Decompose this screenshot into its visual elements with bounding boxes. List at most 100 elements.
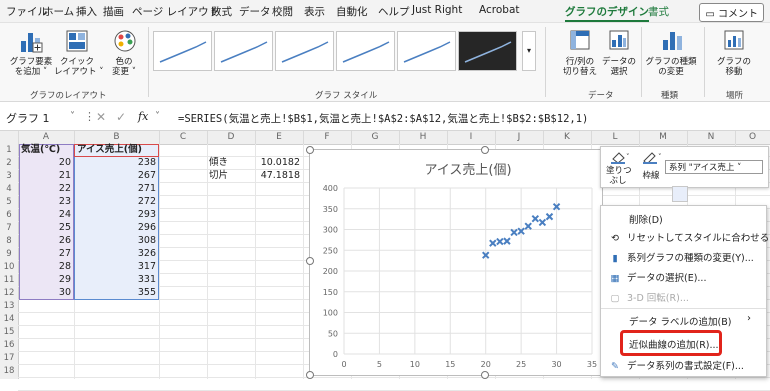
row-header[interactable]: 15 bbox=[0, 326, 18, 338]
slope-value[interactable]: 10.0182 bbox=[255, 157, 300, 169]
column-header[interactable]: H bbox=[399, 131, 448, 144]
resize-handle[interactable] bbox=[481, 371, 489, 379]
column-header[interactable]: I bbox=[447, 131, 496, 144]
column-header[interactable]: M bbox=[639, 131, 688, 144]
move-chart-button[interactable]: グラフの 移動 bbox=[710, 57, 758, 77]
menu-automate[interactable]: 自動化 bbox=[336, 4, 368, 19]
row-header[interactable]: 14 bbox=[0, 313, 18, 325]
temperature-cell[interactable]: 22 bbox=[19, 183, 71, 195]
switch-row-column-button[interactable]: 行/列の 切り替え bbox=[559, 57, 601, 77]
row-header[interactable]: 5 bbox=[0, 196, 18, 208]
row-header[interactable]: 17 bbox=[0, 352, 18, 364]
header-ice-sales[interactable]: アイス売上(個) bbox=[77, 144, 142, 156]
menu-file[interactable]: ファイル bbox=[6, 4, 48, 19]
temperature-cell[interactable]: 28 bbox=[19, 261, 71, 273]
styles-more-button[interactable]: ▾ bbox=[522, 31, 536, 71]
sales-cell[interactable]: 355 bbox=[74, 287, 156, 299]
outline-button[interactable]: 枠線 bbox=[639, 171, 663, 181]
sales-cell[interactable]: 317 bbox=[74, 261, 156, 273]
menu-review[interactable]: 校閲 bbox=[272, 4, 293, 19]
sales-cell[interactable]: 293 bbox=[74, 209, 156, 221]
formula-input[interactable]: =SERIES(気温と売上!$B$1,気温と売上!$A$2:$A$12,気温と売… bbox=[178, 111, 588, 126]
chart-style-6[interactable] bbox=[458, 31, 517, 71]
comment-button[interactable]: ▭ コメント bbox=[699, 3, 764, 22]
menu-format[interactable]: 書式 bbox=[648, 4, 669, 19]
name-box-dropdown-icon[interactable]: ˅ bbox=[70, 111, 75, 122]
intercept-value[interactable]: 47.1818 bbox=[255, 170, 300, 182]
fill-icon[interactable]: ˅ bbox=[609, 150, 631, 164]
ctx-change-series-type[interactable]: ▮ 系列グラフの種類の変更(Y)... bbox=[609, 250, 753, 264]
column-header[interactable]: O bbox=[735, 131, 770, 144]
menu-chart-design[interactable]: グラフのデザイン bbox=[565, 4, 649, 22]
sales-cell[interactable]: 308 bbox=[74, 235, 156, 247]
menu-help[interactable]: ヘルプ bbox=[378, 4, 410, 19]
column-header[interactable]: G bbox=[351, 131, 400, 144]
menu-insert[interactable]: 挿入 bbox=[76, 4, 97, 19]
temperature-cell[interactable]: 21 bbox=[19, 170, 71, 182]
row-header[interactable]: 10 bbox=[0, 261, 18, 273]
column-header[interactable]: C bbox=[159, 131, 208, 144]
column-header[interactable]: D bbox=[207, 131, 256, 144]
outline-icon[interactable]: ˅ bbox=[641, 150, 663, 164]
scatter-chart[interactable]: アイス売上(個) 0 50 100 150 200 250 300 350 400 0 5 10 15 20… bbox=[310, 150, 602, 375]
chart-area[interactable]: アイス売上(個) 0 50 100 150 200 250 300 350 400 0 5 10 15 20… bbox=[309, 149, 603, 376]
sales-cell[interactable]: 238 bbox=[74, 157, 156, 169]
row-header[interactable]: 6 bbox=[0, 209, 18, 221]
name-box[interactable]: グラフ 1 bbox=[6, 110, 50, 126]
ctx-reset-style[interactable]: ⟲ リセットしてスタイルに合わせる(A) bbox=[609, 230, 770, 244]
enter-icon[interactable]: ✓ bbox=[116, 110, 126, 124]
menu-draw[interactable]: 描画 bbox=[103, 4, 124, 19]
chart-style-2[interactable] bbox=[214, 31, 273, 71]
column-header[interactable]: B bbox=[74, 131, 160, 144]
row-header[interactable]: 12 bbox=[0, 287, 18, 299]
temperature-cell[interactable]: 20 bbox=[19, 157, 71, 169]
quick-layout-button[interactable]: クイック レイアウト ˅ bbox=[54, 57, 103, 77]
temperature-cell[interactable]: 23 bbox=[19, 196, 71, 208]
ctx-add-data-labels[interactable]: データ ラベルの追加(B) bbox=[629, 314, 731, 328]
cancel-icon[interactable]: ✕ bbox=[96, 110, 106, 124]
slope-label[interactable]: 傾き bbox=[209, 157, 228, 169]
row-header[interactable]: 11 bbox=[0, 274, 18, 286]
row-header[interactable]: 7 bbox=[0, 222, 18, 234]
sales-cell[interactable]: 326 bbox=[74, 248, 156, 260]
row-header[interactable]: 3 bbox=[0, 170, 18, 182]
column-header[interactable]: L bbox=[591, 131, 640, 144]
menu-formulas[interactable]: 数式 bbox=[211, 4, 232, 19]
menu-just-right[interactable]: Just Right bbox=[412, 4, 462, 16]
column-header[interactable]: F bbox=[303, 131, 352, 144]
sales-cell[interactable]: 272 bbox=[74, 196, 156, 208]
row-header[interactable]: 4 bbox=[0, 183, 18, 195]
chart-title[interactable]: アイス売上(個) bbox=[424, 162, 511, 178]
chart-style-4[interactable] bbox=[336, 31, 395, 71]
row-header[interactable]: 8 bbox=[0, 235, 18, 247]
add-chart-element-button[interactable]: グラフ要素 を追加 ˅ bbox=[6, 57, 56, 77]
row-header[interactable]: 13 bbox=[0, 300, 18, 312]
row-header[interactable]: 2 bbox=[0, 157, 18, 169]
ctx-select-data[interactable]: ▦ データの選択(E)... bbox=[609, 270, 707, 284]
select-all-corner[interactable] bbox=[0, 131, 19, 144]
fill-button[interactable]: 塗りつ ぶし bbox=[606, 166, 632, 186]
chart-style-5[interactable] bbox=[397, 31, 456, 71]
row-header[interactable]: 16 bbox=[0, 339, 18, 351]
header-temperature[interactable]: 気温(℃) bbox=[21, 144, 60, 156]
column-header[interactable]: A bbox=[18, 131, 75, 144]
change-colors-button[interactable]: 色の 変更 ˅ bbox=[104, 57, 144, 77]
sales-cell[interactable]: 296 bbox=[74, 222, 156, 234]
column-header[interactable]: N bbox=[687, 131, 736, 144]
menu-page-layout[interactable]: ページ レイアウト bbox=[132, 4, 219, 19]
temperature-cell[interactable]: 26 bbox=[19, 235, 71, 247]
intercept-label[interactable]: 切片 bbox=[209, 170, 228, 182]
sales-cell[interactable]: 331 bbox=[74, 274, 156, 286]
column-header[interactable]: E bbox=[255, 131, 304, 144]
resize-handle[interactable] bbox=[306, 146, 314, 154]
series-selector[interactable]: 系列 "アイス売上 ˅ bbox=[665, 160, 763, 174]
row-header[interactable]: 1 bbox=[0, 144, 18, 156]
select-data-button[interactable]: データの 選択 bbox=[600, 57, 638, 77]
ctx-delete[interactable]: 削除(D) bbox=[629, 212, 663, 226]
temperature-cell[interactable]: 27 bbox=[19, 248, 71, 260]
insert-function-icon[interactable]: fx bbox=[138, 110, 148, 123]
fx-dropdown-icon[interactable]: ˅ bbox=[155, 111, 160, 122]
ctx-format-series[interactable]: ✎ データ系列の書式設定(F)... bbox=[609, 358, 744, 372]
column-header[interactable]: K bbox=[543, 131, 592, 144]
temperature-cell[interactable]: 24 bbox=[19, 209, 71, 221]
